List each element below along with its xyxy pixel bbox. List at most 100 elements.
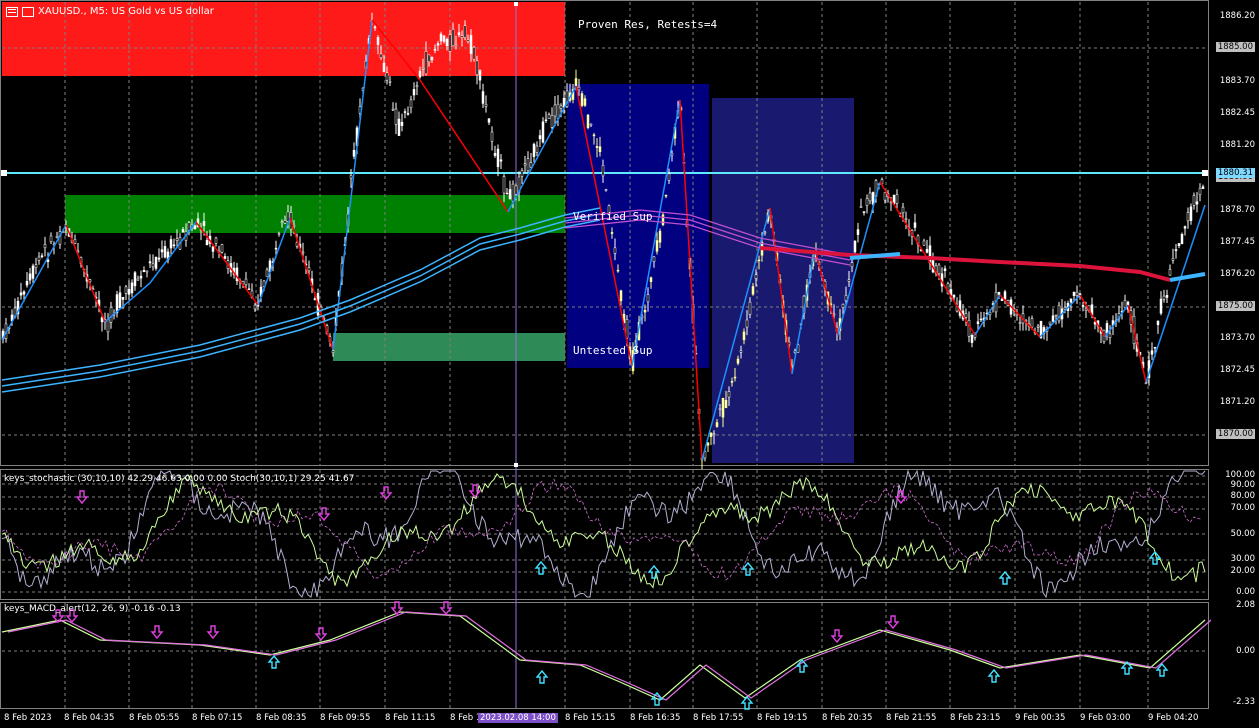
candle-body <box>967 320 971 337</box>
price-tick-label: 1872.45 <box>1219 365 1255 375</box>
candle-body <box>583 98 587 106</box>
candle-body <box>541 121 545 143</box>
candle-body <box>1156 320 1160 326</box>
candle-body <box>373 26 377 29</box>
candle-body <box>148 261 152 264</box>
candle-body <box>559 105 563 109</box>
candle-body <box>421 67 425 70</box>
candle-body <box>55 236 59 238</box>
candle-body <box>736 358 740 364</box>
candle-body <box>526 158 530 172</box>
candle-body <box>442 35 446 42</box>
candle-body <box>121 296 125 300</box>
candle-body <box>757 259 761 262</box>
macd-tick-label: -2.33 <box>1233 697 1255 707</box>
candle-body <box>922 240 926 246</box>
chart-canvas[interactable] <box>0 0 1259 728</box>
macd-buy-arrow <box>795 658 809 673</box>
candle-body <box>847 279 851 282</box>
candle-body <box>865 198 869 206</box>
candle-body <box>379 53 383 58</box>
candle-body <box>610 232 614 234</box>
candle-body <box>376 37 380 45</box>
candle-body <box>127 289 131 295</box>
candle-body <box>1174 249 1178 251</box>
macd-signal-line <box>7 611 1212 701</box>
zigzag-segment <box>65 224 106 323</box>
macd-tick-label: 0.00 <box>1236 646 1255 656</box>
time-tick-label: 8 Feb 08:35 <box>256 713 307 723</box>
candle-body <box>418 70 422 78</box>
candle-body <box>139 275 143 279</box>
stoch-buy-arrow <box>998 570 1012 585</box>
candle-body <box>160 249 164 253</box>
candle-body <box>853 240 857 253</box>
candle-body <box>1150 350 1154 355</box>
candle-body <box>427 54 431 63</box>
candle-body <box>430 57 434 61</box>
time-tick-label: 8 Feb 05:55 <box>129 713 180 723</box>
candle-body <box>247 288 251 290</box>
candle-body <box>34 264 38 268</box>
candle-body <box>454 44 458 47</box>
chart-title: XAUUSD., M5: US Gold vs US dollar <box>6 6 214 17</box>
candle-body <box>544 119 548 122</box>
candle-body <box>1072 291 1076 296</box>
candle-body <box>223 256 227 259</box>
candle-body <box>22 291 26 295</box>
candle-body <box>106 319 110 333</box>
candle-body <box>1063 307 1067 310</box>
candle-body <box>1180 233 1184 245</box>
candle-body <box>154 257 158 269</box>
candle-body <box>727 391 731 398</box>
time-tick-label: 8 Feb 04:35 <box>64 713 115 723</box>
candle-body <box>448 34 452 52</box>
candle-body <box>1168 269 1172 276</box>
zigzag-segment <box>195 221 259 306</box>
price-tick-label: 1875.00 <box>1215 301 1255 311</box>
candle-body <box>169 239 173 249</box>
time-tick-label: 8 Feb 19:15 <box>757 713 808 723</box>
candle-body <box>472 46 476 60</box>
candle-body <box>745 319 749 328</box>
stoch-tick-label: 50.00 <box>1230 529 1255 539</box>
time-tick-label: 8 Feb 23:15 <box>950 713 1001 723</box>
candle-body <box>1048 321 1052 325</box>
candle-body <box>970 335 974 343</box>
chart-menu-icon[interactable] <box>6 6 18 17</box>
candle-body <box>664 194 668 197</box>
candle-body <box>28 273 32 281</box>
macd-panel-border <box>0 602 1209 709</box>
candle-body <box>598 146 602 153</box>
candle-body <box>601 165 605 177</box>
candle-body <box>904 218 908 220</box>
candle-body <box>1144 382 1148 385</box>
candle-body <box>424 51 428 75</box>
candle-body <box>733 376 737 379</box>
candle-body <box>619 290 623 302</box>
candle-body <box>592 134 596 137</box>
candle-body <box>1075 291 1079 296</box>
time-tick-label: 8 Feb 11:15 <box>385 713 436 723</box>
candle-body <box>667 173 671 181</box>
candle-body <box>1003 291 1007 300</box>
candle-body <box>1183 226 1187 229</box>
candle-body <box>850 262 854 268</box>
candle-body <box>514 185 518 195</box>
zigzag-segment <box>1145 204 1206 383</box>
macd-sell-arrow <box>830 629 844 644</box>
candle-body <box>244 278 248 286</box>
candle-body <box>100 317 104 323</box>
window-icon[interactable] <box>22 6 34 17</box>
stoch-buy-arrow <box>647 564 661 579</box>
time-tick-label: 9 Feb 03:00 <box>1080 713 1131 723</box>
crosshair-handle-top <box>514 2 518 6</box>
candle-body <box>136 278 140 281</box>
candle-body <box>433 49 437 51</box>
candle-body <box>724 399 728 409</box>
candle-body <box>25 281 29 286</box>
candle-body <box>274 247 278 250</box>
candle-body <box>553 104 557 117</box>
zigzag-segment <box>1 224 67 341</box>
candle-body <box>457 32 461 36</box>
